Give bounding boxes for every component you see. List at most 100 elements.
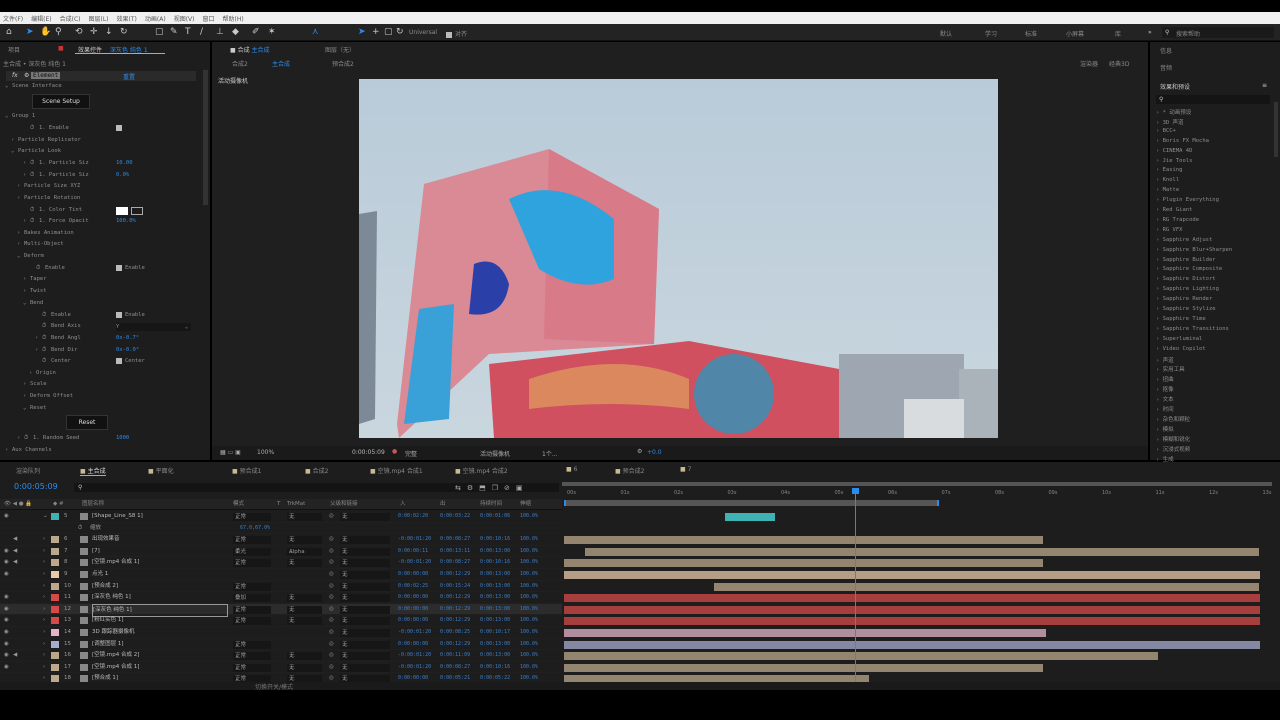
checkbox[interactable] <box>116 123 125 134</box>
layer-duration-bar[interactable] <box>564 652 1158 661</box>
effect-property-row[interactable]: › Particle Rotation <box>0 193 200 204</box>
trkmat-dropdown[interactable]: 无 ⌄ <box>287 617 322 626</box>
effect-category[interactable]: › Sapphire Distort <box>1156 276 1216 282</box>
in-time[interactable]: -0:00:01:20 <box>398 557 431 568</box>
label-color[interactable] <box>51 547 59 555</box>
layer-duration-bar[interactable] <box>564 536 1043 545</box>
effect-property-row[interactable]: ⌄ Scene Interface <box>0 81 200 92</box>
layer-name[interactable]: [空镜.mp4 合成 1] <box>92 557 139 568</box>
effect-category[interactable]: › Plugin Everything <box>1156 197 1219 203</box>
layer-name[interactable]: [空镜.mp4 合成 2] <box>92 650 139 661</box>
effect-property-row[interactable]: ⏱ 1. Enable <box>0 123 200 134</box>
effect-category[interactable]: › 时间 <box>1156 405 1174 413</box>
chevron-right-icon[interactable]: › <box>43 581 45 592</box>
duration[interactable]: 0:00:13:00 <box>480 604 510 615</box>
parent-dropdown[interactable]: 无 ⌄ <box>340 640 390 649</box>
reset-button[interactable]: Reset <box>66 415 108 430</box>
stretch[interactable]: 100.0% <box>520 604 538 615</box>
effect-category[interactable]: › * 动画预设 <box>1156 108 1191 116</box>
label-color[interactable] <box>51 617 59 625</box>
menu-item[interactable]: 窗口 <box>202 14 214 23</box>
stamp-tool-icon[interactable]: ⊥ <box>216 28 224 37</box>
time-ruler[interactable]: 00s 01s 02s 03s 04s 05s 06s 07s 08s 09s 10s 11s 12s 1… <box>562 482 1272 512</box>
effect-category[interactable]: › Easing <box>1156 167 1183 173</box>
chevron-right-icon[interactable]: › <box>23 158 26 169</box>
mode-dropdown[interactable]: 正常 ⌄ <box>233 640 271 649</box>
text-tool-icon[interactable]: T <box>185 28 191 37</box>
in-time[interactable]: 0:00:02:20 <box>398 511 428 522</box>
property-value[interactable]: 0.0% <box>116 170 129 181</box>
timeline-tab[interactable]: ■ 预合成1 <box>232 466 261 475</box>
label-color[interactable] <box>51 652 59 660</box>
stretch[interactable]: 100.0% <box>520 592 538 603</box>
layer-name[interactable]: [空镜.mp4 合成 1] <box>92 662 139 673</box>
nav-main-comp[interactable]: 主合成 <box>272 59 290 68</box>
property-value[interactable]: 0x-0.7° <box>116 333 139 344</box>
effect-category[interactable]: › 模拟 <box>1156 425 1174 433</box>
stretch[interactable]: 100.0% <box>520 569 538 580</box>
chevron-right-icon[interactable]: › <box>43 592 45 603</box>
chevron-right-icon[interactable]: › <box>43 627 45 638</box>
label-color[interactable] <box>51 594 59 602</box>
audio-icon[interactable]: ◀ <box>13 557 17 568</box>
property-row-scale[interactable]: ⏱ 缩放 67.0,67.0% <box>0 523 562 535</box>
effect-property-row[interactable]: › Particle Size XYZ <box>0 181 200 192</box>
lock-icon[interactable]: ■ <box>58 45 64 52</box>
mode-dropdown[interactable]: 正常 ⌄ <box>233 663 271 672</box>
stopwatch-icon[interactable]: ⏱ <box>42 356 46 367</box>
roto-tool-icon[interactable]: ✐ <box>252 28 260 37</box>
label-color[interactable] <box>51 582 59 590</box>
eye-icon[interactable]: ◉ <box>4 557 9 568</box>
chevron-right-icon[interactable]: › <box>23 274 26 285</box>
stopwatch-icon[interactable]: ⏱ <box>30 123 34 134</box>
renderer-label[interactable]: 渲染器 <box>1080 59 1098 68</box>
stretch[interactable]: 100.0% <box>520 639 538 650</box>
layer-duration-bar[interactable] <box>724 513 776 521</box>
effect-property-row[interactable]: ⏱ Enable Enable <box>0 263 200 274</box>
eye-icon[interactable]: ◉ <box>4 639 9 650</box>
stretch[interactable]: 100.0% <box>520 650 538 661</box>
effect-property-row[interactable]: › Bakes Animation <box>0 228 200 239</box>
zoom-select[interactable]: 100% <box>257 449 274 456</box>
out-time[interactable]: 0:00:11:09 <box>440 650 470 661</box>
property-value[interactable]: 1000 <box>116 433 129 444</box>
trkmat-dropdown[interactable]: 无 ⌄ <box>287 594 322 603</box>
effect-property-row[interactable]: ⌄ Group 1 <box>0 111 200 122</box>
workspace-standard[interactable]: 标准 <box>1025 29 1037 38</box>
in-time[interactable]: -0:00:01:20 <box>398 650 431 661</box>
layer-duration-bar[interactable] <box>564 605 1260 614</box>
effect-property-row[interactable]: ⌄ Deform <box>0 251 200 262</box>
header-mode[interactable]: 模式 <box>233 499 244 510</box>
timeline-tab[interactable]: 渲染队列 <box>16 466 40 475</box>
out-time[interactable]: 0:00:15:24 <box>440 581 470 592</box>
chevron-right-icon[interactable]: › <box>43 557 45 568</box>
grid-icon[interactable]: ▦ ▭ ▣ <box>220 449 241 456</box>
pickwhip-icon[interactable]: ◎ <box>329 592 334 603</box>
parent-dropdown[interactable]: 无 ⌄ <box>340 582 390 591</box>
effect-category[interactable]: › Sapphire Composite <box>1156 266 1222 272</box>
scene-setup-button[interactable]: Scene Setup <box>32 94 90 109</box>
chevron-right-icon[interactable]: › <box>43 639 45 650</box>
stopwatch-icon[interactable]: ⏱ <box>30 205 34 216</box>
chevron-down-icon[interactable]: ⌄ <box>5 111 8 122</box>
effect-property-row[interactable]: ⌄ Particle Look <box>0 146 200 157</box>
effect-property-row[interactable]: ⌄ Reset <box>0 403 200 414</box>
color-swatch[interactable] <box>116 207 128 215</box>
property-value[interactable]: 100.0% <box>116 216 136 227</box>
effect-category[interactable]: › Sapphire Lighting <box>1156 286 1219 292</box>
gear-icon[interactable]: ⚙ <box>24 72 29 79</box>
duration[interactable]: 0:00:01:06 <box>480 511 510 522</box>
effect-category[interactable]: › Sapphire Blur+Sharpen <box>1156 247 1232 253</box>
duration[interactable]: 0:00:10:17 <box>480 627 510 638</box>
audio-icon[interactable]: ◀ <box>13 650 17 661</box>
eye-icon[interactable]: ◉ <box>4 662 9 673</box>
chevron-right-icon[interactable]: › <box>35 345 38 356</box>
more-workspaces-icon[interactable]: » <box>1148 29 1152 36</box>
parent-dropdown[interactable]: 无 ⌄ <box>340 629 390 637</box>
axis-mode[interactable]: Universal <box>409 29 437 36</box>
parent-dropdown[interactable]: 无 ⌄ <box>340 617 390 626</box>
mode-dropdown[interactable]: 正常 ⌄ <box>233 559 271 568</box>
layer-tab[interactable]: 图层（无） <box>325 45 355 54</box>
hand-tool-icon[interactable]: ✋ <box>40 28 51 37</box>
effect-property-row[interactable]: ⏱ 1. Color Tint <box>0 205 200 216</box>
